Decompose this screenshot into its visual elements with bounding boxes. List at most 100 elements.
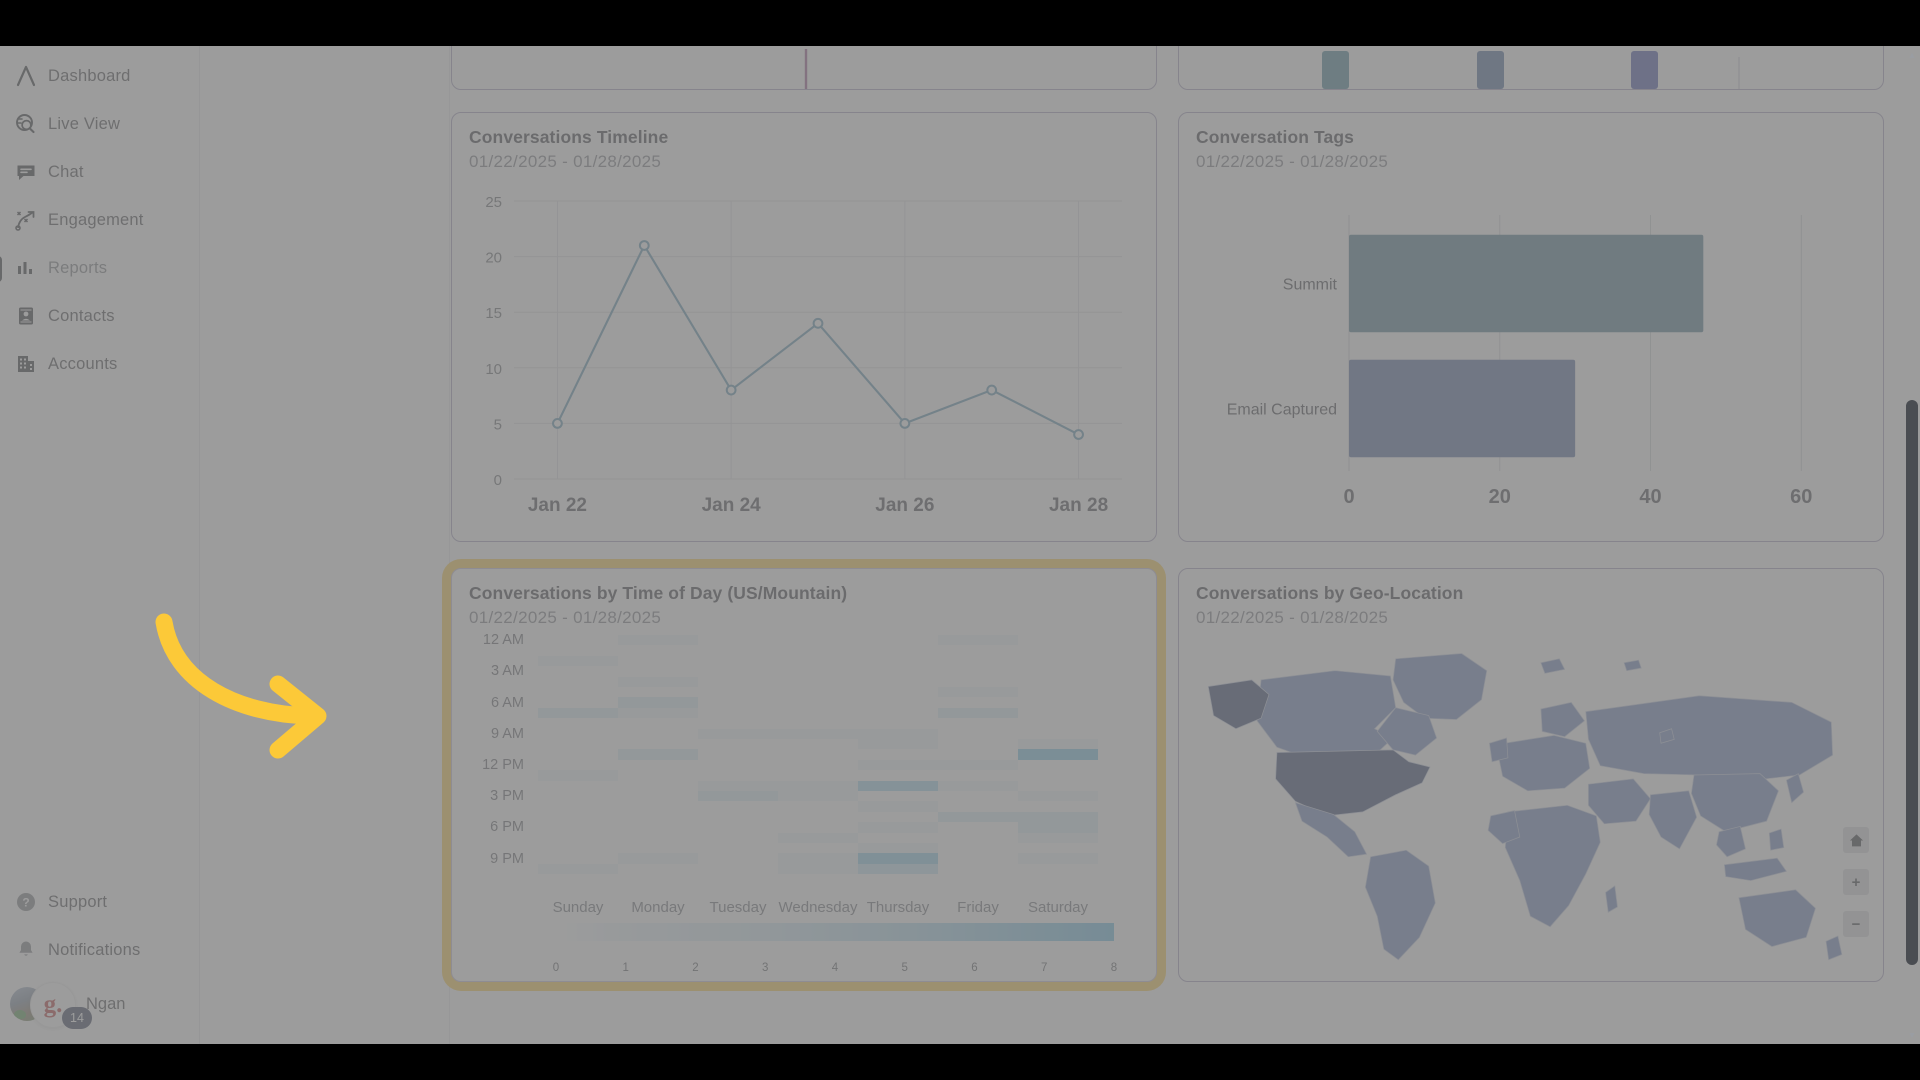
accounts-icon [14,349,48,379]
heatmap-cell[interactable] [1018,853,1098,864]
heatmap-cell[interactable] [858,853,938,864]
heatmap-cell[interactable] [698,728,778,739]
reports-bar-icon [14,253,48,283]
svg-text:?: ? [22,896,29,910]
heatmap-row-label: 6 AM [490,694,524,711]
heatmap-cell[interactable] [938,687,1018,698]
heatmap-cell[interactable] [858,728,938,739]
heatmap-cell[interactable] [1018,811,1098,823]
heatmap-cell[interactable] [778,863,858,875]
scroll-up-arrow-icon[interactable]: ▲ [1905,50,1919,60]
sidebar-item-label: Chat [48,162,84,181]
letterbox-bottom [0,1044,1920,1080]
card-title: Conversation Tags [1196,127,1354,147]
heatmap-cell[interactable] [778,832,858,843]
heatmap-cell[interactable] [858,863,938,875]
svg-text:20: 20 [1489,486,1511,508]
svg-text:40: 40 [1639,486,1661,508]
colorbar-tick-label: 5 [901,962,908,974]
svg-text:Jan 28: Jan 28 [1049,495,1108,516]
heatmap-column-label: Monday [631,898,685,916]
heatmap-cell[interactable] [538,863,618,875]
heatmap-cell[interactable] [1018,791,1098,802]
heatmap-cell[interactable] [858,801,938,812]
sidebar-item-accounts[interactable]: Accounts [0,340,200,388]
letterbox-top [0,0,1920,46]
svg-text:Email Captured: Email Captured [1227,402,1337,419]
colorbar-tick-label: 7 [1041,962,1048,974]
svg-text:Jan 26: Jan 26 [875,495,934,516]
heatmap-cell[interactable] [538,770,618,781]
heatmap-cell[interactable] [618,707,698,719]
heatmap-cell[interactable] [858,780,938,791]
contacts-icon [14,301,48,331]
heatmap-cell[interactable] [778,780,858,791]
card-conversations-by-geo-location: Conversations by Geo-Location 01/22/2025… [1178,568,1884,982]
map-zoom-out-button[interactable]: − [1843,911,1869,937]
svg-text:Jan 24: Jan 24 [702,495,762,516]
map-home-button[interactable] [1843,827,1869,853]
heatmap-cell[interactable] [858,822,938,833]
card-conversations-by-time-of-day[interactable]: Conversations by Time of Day (US/Mountai… [451,568,1157,982]
heatmap-cell[interactable] [858,843,938,854]
heatmap-cell[interactable] [778,853,858,864]
heatmap-column-label: Saturday [1027,898,1089,916]
sidebar-item-chat[interactable]: Chat [0,148,200,196]
map-zoom-in-button[interactable]: + [1843,869,1869,895]
sidebar: Dashboard Live View Chat Engagement Repo… [0,0,200,1080]
world-map[interactable] [1179,639,1883,969]
notification-count-badge: 14 [62,1007,92,1029]
user-profile-row[interactable]: g. 14 Ngan [0,974,200,1034]
heatmap-cell[interactable] [618,853,698,864]
heatmap-cell[interactable] [938,780,1018,791]
heatmap-cell[interactable] [618,635,698,646]
heatmap-cell[interactable] [938,707,1018,719]
card-subtitle: 01/22/2025 - 01/28/2025 [469,608,662,627]
heatmap-cell[interactable] [1018,749,1098,760]
sidebar-item-reports[interactable]: Reports [0,244,200,292]
heatmap-cell[interactable] [938,759,1018,771]
heatmap-column-label: Friday [957,898,999,916]
heatmap-cell[interactable] [698,791,778,802]
svg-text:Summit: Summit [1283,277,1338,294]
scrollbar-thumb[interactable] [1906,400,1918,965]
scroll-down-arrow-icon[interactable]: ▼ [1905,1030,1919,1040]
sidebar-item-engagement[interactable]: Engagement [0,196,200,244]
heatmap-cell[interactable] [538,655,618,667]
logo-lambda-icon [14,61,48,91]
card-conversation-tags: Conversation Tags 01/22/2025 - 01/28/202… [1178,112,1884,542]
svg-text:Jan 22: Jan 22 [528,495,587,516]
svg-text:5: 5 [494,416,502,433]
main-area: Conversations Timeline 01/22/2025 - 01/2… [200,0,1920,1080]
heatmap-cell[interactable] [778,728,858,739]
heatmap-column-label: Tuesday [709,898,767,916]
reports-dashboard: Conversations Timeline 01/22/2025 - 01/2… [451,0,1884,1080]
heatmap-cell[interactable] [618,676,698,687]
heatmap-row-label: 6 PM [490,819,524,836]
heatmap-cell[interactable] [778,791,858,802]
heatmap-column-label: Wednesday [778,898,858,916]
sidebar-item-dashboard[interactable]: Dashboard [0,52,200,100]
heatmap-cell[interactable] [938,811,1018,823]
card-subtitle: 01/22/2025 - 01/28/2025 [1196,152,1389,171]
heatmap-cell[interactable] [858,759,938,771]
heatmap-cell[interactable] [938,635,1018,646]
sidebar-item-label: Reports [48,258,108,277]
heatmap-cell[interactable] [618,697,698,708]
heatmap-cell[interactable] [858,739,938,750]
heatmap-cell[interactable] [538,707,618,719]
heatmap-cell[interactable] [618,749,698,760]
sidebar-item-live-view[interactable]: Live View [0,100,200,148]
heatmap-cell[interactable] [1018,822,1098,833]
sidebar-item-label: Contacts [48,306,115,325]
heatmap-row-label: 12 AM [482,632,524,649]
heatmap-cell[interactable] [698,780,778,791]
sidebar-item-contacts[interactable]: Contacts [0,292,200,340]
sidebar-item-support[interactable]: ? Support [0,878,200,926]
heatmap-grid[interactable]: 12 AM 3 AM 6 AM 9 AM 12 PM 3 PM 6 PM 9 PM Sunday… [482,632,1098,916]
app-screen: Dashboard Live View Chat Engagement Repo… [0,0,1920,1080]
heatmap-cell[interactable] [1018,832,1098,843]
sidebar-item-notifications[interactable]: Notifications [0,926,200,974]
heatmap-cell[interactable] [1018,739,1098,750]
heatmap-row-label: 3 PM [490,788,524,805]
